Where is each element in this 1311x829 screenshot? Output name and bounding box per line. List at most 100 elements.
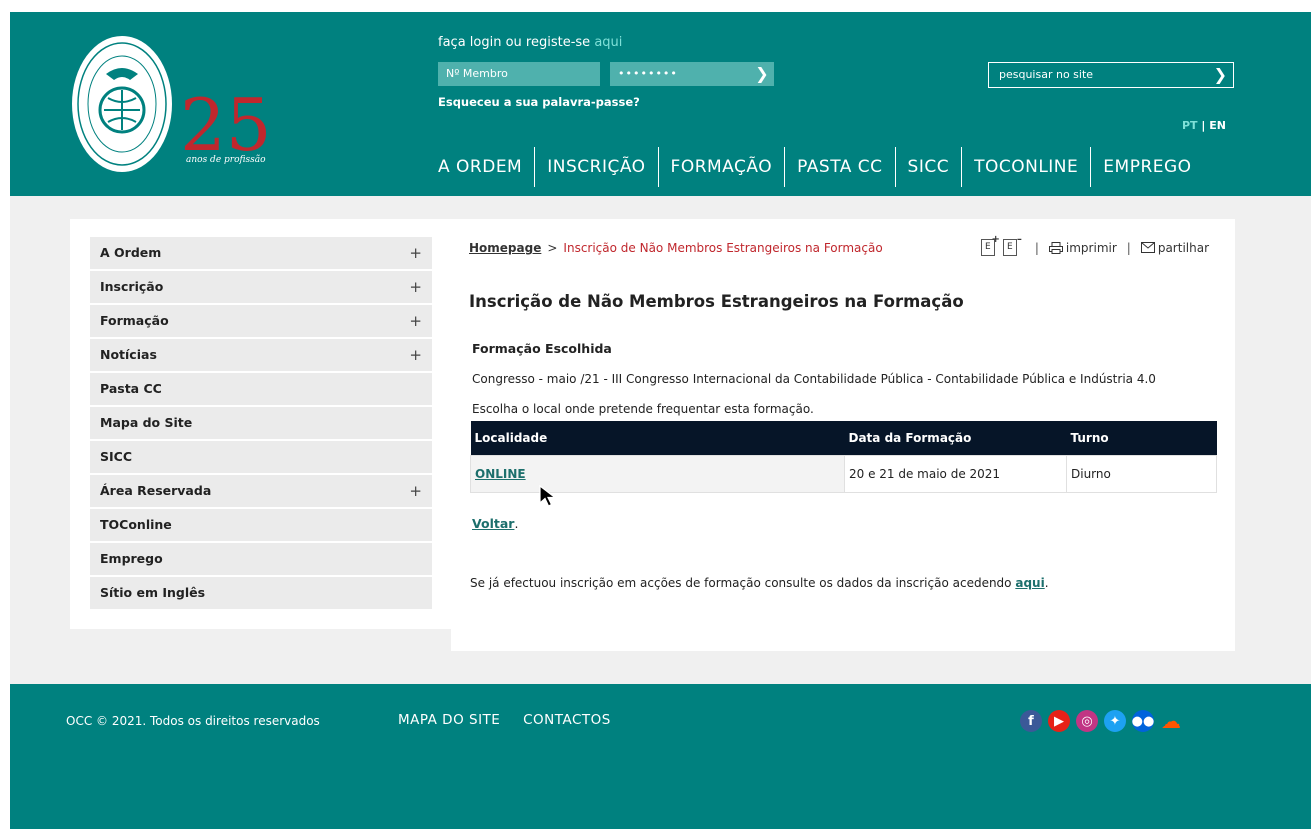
sidebar-item-noticias[interactable]: Notícias + xyxy=(90,339,432,371)
search-input[interactable]: pesquisar no site ❯ xyxy=(988,62,1234,88)
share-button[interactable]: partilhar xyxy=(1140,240,1209,255)
youtube-icon[interactable]: ▶ xyxy=(1048,710,1070,732)
sidebar-item-label: Emprego xyxy=(100,551,163,566)
sidebar-item-mapa-do-site[interactable]: Mapa do Site xyxy=(90,407,432,439)
sidebar-item-a-ordem[interactable]: A Ordem + xyxy=(90,237,432,269)
sidebar-menu: A Ordem + Inscrição + Formação + Notícias + … xyxy=(70,219,452,629)
breadcrumb-separator: > xyxy=(547,241,558,255)
sidebar-item-label: Pasta CC xyxy=(100,381,162,396)
printer-icon xyxy=(1048,241,1063,254)
sidebar-item-label: Área Reservada xyxy=(100,483,212,498)
sidebar-item-label: Notícias xyxy=(100,347,157,362)
expand-icon[interactable]: + xyxy=(409,271,422,303)
sidebar-item-emprego[interactable]: Emprego xyxy=(90,543,432,575)
occ-logo[interactable]: 25 anos de profissão xyxy=(70,32,310,187)
sidebar-item-label: Inscrição xyxy=(100,279,164,294)
font-increase-letter: E xyxy=(985,242,991,252)
lang-separator: | xyxy=(1201,119,1206,132)
locations-table: Localidade Data da Formação Turno ONLINE… xyxy=(470,421,1217,493)
expand-icon[interactable]: + xyxy=(409,305,422,337)
search-placeholder: pesquisar no site xyxy=(999,68,1094,81)
main-content: Homepage > Inscrição de Não Membros Estran… xyxy=(451,219,1235,651)
page-title: Inscrição de Não Membros Estrangeiros na… xyxy=(469,292,964,311)
sidebar-item-inscricao[interactable]: Inscrição + xyxy=(90,271,432,303)
nav-pasta-cc[interactable]: PASTA CC xyxy=(784,147,894,187)
footer-link-contacts[interactable]: CONTACTOS xyxy=(523,712,611,728)
sidebar-item-pasta-cc[interactable]: Pasta CC xyxy=(90,373,432,405)
nav-a-ordem[interactable]: A ORDEM xyxy=(438,147,534,187)
language-switch: PT | EN xyxy=(1182,119,1226,132)
back-line: Voltar. xyxy=(472,516,518,531)
tool-separator: | xyxy=(1126,240,1131,255)
registration-note-text: Se já efectuou inscrição em acções de fo… xyxy=(470,576,1012,590)
search-submit-icon[interactable]: ❯ xyxy=(1214,63,1227,87)
facebook-icon[interactable]: f xyxy=(1020,710,1042,732)
page-tools: E + E – | imprimir | partilhar xyxy=(980,234,1209,256)
sidebar-item-sicc[interactable]: SICC xyxy=(90,441,432,473)
flickr-icon[interactable]: ●● xyxy=(1132,710,1154,732)
tool-separator: | xyxy=(1034,240,1039,255)
main-navigation: A ORDEM INSCRIÇÃO FORMAÇÃO PASTA CC SICC… xyxy=(438,142,1204,192)
sidebar-item-label: Mapa do Site xyxy=(100,415,193,430)
instagram-icon[interactable]: ◎ xyxy=(1076,710,1098,732)
sidebar-item-toconline[interactable]: TOConline xyxy=(90,509,432,541)
table-row: ONLINE 20 e 21 de maio de 2021 Diurno xyxy=(470,454,1217,493)
sidebar-item-area-reservada[interactable]: Área Reservada + xyxy=(90,475,432,507)
share-label: partilhar xyxy=(1157,240,1209,255)
chosen-training-label: Formação Escolhida xyxy=(472,341,612,356)
lang-pt[interactable]: PT xyxy=(1182,119,1198,132)
back-link[interactable]: Voltar xyxy=(472,516,514,531)
cell-data: 20 e 21 de maio de 2021 xyxy=(844,454,1067,493)
nav-formacao[interactable]: FORMAÇÃO xyxy=(657,147,785,187)
expand-icon[interactable]: + xyxy=(409,339,422,371)
expand-icon[interactable]: + xyxy=(409,237,422,269)
nav-emprego[interactable]: EMPREGO xyxy=(1090,147,1203,187)
site-header: 25 anos de profissão faça login ou regis… xyxy=(10,12,1311,196)
column-header-turno: Turno xyxy=(1066,421,1217,455)
mouse-cursor-icon xyxy=(539,484,557,507)
font-decrease-icon[interactable]: E – xyxy=(1002,234,1022,256)
chosen-training-name: Congresso - maio /21 - III Congresso Int… xyxy=(472,372,1156,386)
login-prompt-text: faça login ou registe-se xyxy=(438,35,591,50)
nav-inscricao[interactable]: INSCRIÇÃO xyxy=(534,147,657,187)
registration-note: Se já efectuou inscrição em acções de fo… xyxy=(470,576,1049,590)
nav-sicc[interactable]: SICC xyxy=(894,147,962,187)
breadcrumb-home-link[interactable]: Homepage xyxy=(469,241,541,255)
sidebar-item-label: Sítio em Inglês xyxy=(100,585,206,600)
login-prompt: faça login ou registe-se aqui xyxy=(438,35,622,50)
breadcrumb-current: Inscrição de Não Membros Estrangeiros na… xyxy=(563,241,883,255)
cell-turno: Diurno xyxy=(1066,454,1217,493)
login-submit-icon[interactable]: ❯ xyxy=(750,62,774,86)
print-button[interactable]: imprimir xyxy=(1048,240,1117,255)
page-background: 25 anos de profissão faça login ou regis… xyxy=(10,12,1311,829)
envelope-icon xyxy=(1140,242,1155,253)
location-online-link[interactable]: ONLINE xyxy=(475,467,526,481)
lang-en[interactable]: EN xyxy=(1209,119,1226,132)
registration-note-suffix: . xyxy=(1044,576,1049,590)
expand-icon[interactable]: + xyxy=(409,475,422,507)
forgot-password-link[interactable]: Esqueceu a sua palavra-passe? xyxy=(438,95,640,109)
sidebar-item-label: A Ordem xyxy=(100,245,162,260)
sidebar-item-sitio-em-ingles[interactable]: Sítio em Inglês xyxy=(90,577,432,609)
print-label: imprimir xyxy=(1065,240,1117,255)
sidebar-item-label: Formação xyxy=(100,313,169,328)
site-footer: OCC © 2021. Todos os direitos reservados… xyxy=(10,684,1311,829)
soundcloud-icon[interactable]: ☁ xyxy=(1160,709,1182,733)
member-number-input[interactable]: Nº Membro xyxy=(438,62,600,86)
cell-localidade: ONLINE xyxy=(470,454,845,493)
breadcrumb: Homepage > Inscrição de Não Membros Estran… xyxy=(469,241,883,255)
social-links: f ▶ ◎ ✦ ●● ☁ xyxy=(1020,709,1188,733)
column-header-localidade: Localidade xyxy=(470,421,845,455)
login-link[interactable]: aqui xyxy=(594,35,622,50)
back-suffix: . xyxy=(514,516,519,531)
sidebar-item-formacao[interactable]: Formação + xyxy=(90,305,432,337)
registration-note-link[interactable]: aqui xyxy=(1015,576,1044,590)
column-header-data: Data da Formação xyxy=(844,421,1067,455)
table-header-row: Localidade Data da Formação Turno xyxy=(470,421,1217,455)
footer-link-sitemap[interactable]: MAPA DO SITE xyxy=(398,712,500,728)
twitter-icon[interactable]: ✦ xyxy=(1104,710,1126,732)
font-increase-icon[interactable]: E + xyxy=(980,234,1000,256)
sidebar-item-label: TOConline xyxy=(100,517,172,532)
nav-toconline[interactable]: TOCONLINE xyxy=(961,147,1090,187)
font-decrease-letter: E xyxy=(1007,242,1013,252)
